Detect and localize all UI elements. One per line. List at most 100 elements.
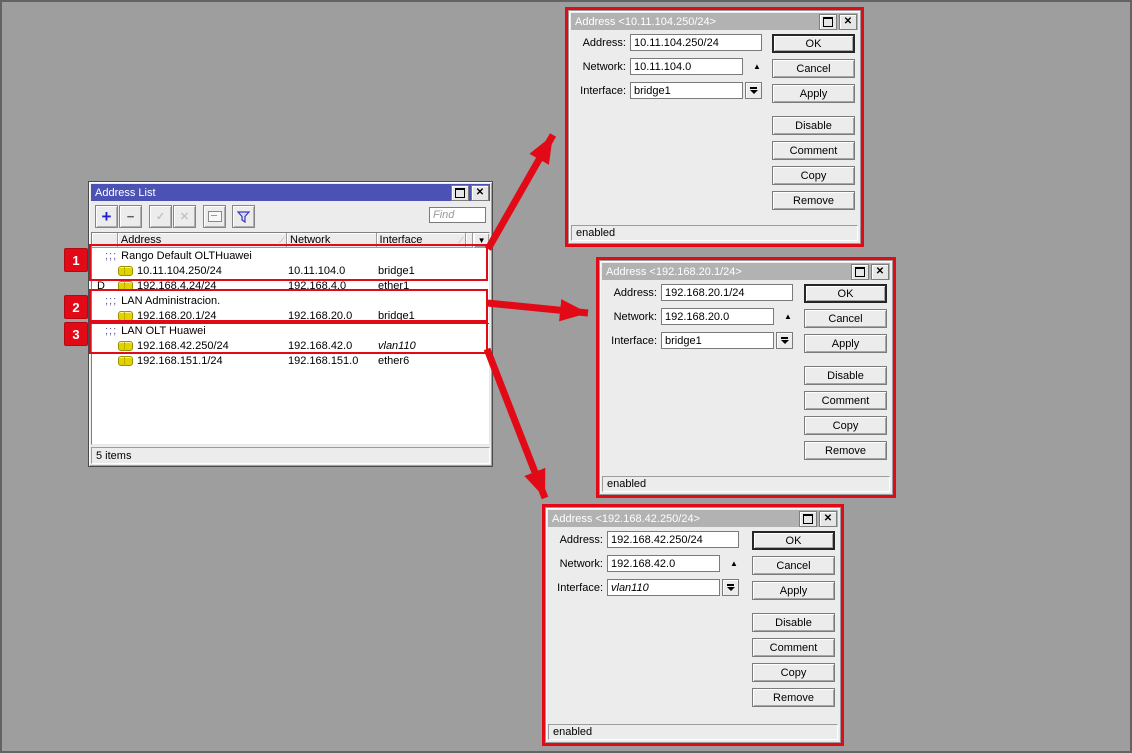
cancel-button[interactable]: Cancel [752, 556, 835, 575]
filter-icon [237, 211, 250, 223]
table-row[interactable]: 192.168.20.1/24 192.168.20.0 bridge1 [92, 308, 489, 323]
comment-button[interactable]: Comment [772, 141, 855, 160]
enabled-status: enabled [548, 724, 838, 740]
cell-address: 192.168.42.250/24 [137, 340, 229, 352]
table-row[interactable]: 192.168.42.250/24 192.168.42.0 vlan110 [92, 338, 489, 353]
disable-button[interactable]: ✕ [173, 205, 196, 228]
collapse-up-icon[interactable]: ▲ [730, 559, 738, 568]
network-field[interactable] [630, 58, 743, 75]
comment-prefix: ;;; [105, 295, 117, 307]
column-header-flags[interactable] [92, 233, 118, 248]
address-field[interactable] [630, 34, 762, 51]
disable-button[interactable]: Disable [804, 366, 887, 385]
table-row[interactable]: 10.11.104.250/24 10.11.104.0 bridge1 [92, 263, 489, 278]
copy-button[interactable]: Copy [752, 663, 835, 682]
column-menu-button[interactable]: ▼ [473, 233, 489, 248]
interface-dropdown-button[interactable] [776, 332, 793, 349]
interface-field[interactable] [607, 579, 720, 596]
comment-row[interactable]: ;;; LAN Administracion. [92, 293, 489, 308]
cancel-button[interactable]: Cancel [772, 59, 855, 78]
maximize-icon [823, 17, 833, 27]
interface-label: Interface: [569, 85, 630, 97]
address-list-titlebar: Address List ✕ [91, 184, 490, 201]
cell-interface: bridge1 [378, 265, 468, 277]
network-field[interactable] [607, 555, 720, 572]
address-field[interactable] [661, 284, 793, 301]
address-icon [118, 281, 133, 291]
comment-text: LAN Administracion. [121, 295, 220, 307]
filter-button[interactable] [232, 205, 255, 228]
window-title: Address List [95, 187, 156, 199]
apply-button[interactable]: Apply [804, 334, 887, 353]
maximize-icon [455, 188, 465, 198]
network-label: Network: [546, 558, 607, 570]
collapse-up-icon[interactable]: ▲ [753, 62, 761, 71]
maximize-icon [803, 514, 813, 524]
remove-button[interactable]: Remove [752, 688, 835, 707]
comment-button[interactable] [203, 205, 226, 228]
address-list-toolbar: + − ✓ ✕ [91, 202, 490, 230]
dialog-title: Address <192.168.42.250/24> [552, 513, 700, 525]
dialog-title: Address <192.168.20.1/24> [606, 266, 742, 278]
badge-2: 2 [64, 295, 88, 319]
enabled-status: enabled [571, 225, 858, 241]
ok-button[interactable]: OK [752, 531, 835, 550]
add-button[interactable]: + [95, 205, 118, 228]
disable-button[interactable]: Disable [772, 116, 855, 135]
close-icon: ✕ [844, 17, 852, 26]
comment-text: Rango Default OLTHuawei [121, 250, 252, 262]
plus-icon: + [102, 209, 112, 224]
enable-button[interactable]: ✓ [149, 205, 172, 228]
comment-button[interactable]: Comment [804, 391, 887, 410]
cell-address: 192.168.20.1/24 [137, 310, 217, 322]
combo-down-icon [750, 87, 757, 89]
copy-button[interactable]: Copy [804, 416, 887, 435]
interface-dropdown-button[interactable] [745, 82, 762, 99]
interface-field[interactable] [630, 82, 743, 99]
find-input[interactable] [429, 207, 486, 223]
ok-button[interactable]: OK [804, 284, 887, 303]
remove-button[interactable]: Remove [772, 191, 855, 210]
address-label: Address: [600, 287, 661, 299]
column-header-network[interactable]: Network [287, 233, 377, 248]
remove-button[interactable]: Remove [804, 441, 887, 460]
cell-interface: ether1 [378, 280, 468, 292]
table-row[interactable]: 192.168.151.1/24 192.168.151.0 ether6 [92, 353, 489, 368]
disable-button[interactable]: Disable [752, 613, 835, 632]
collapse-up-icon[interactable]: ▲ [784, 312, 792, 321]
ok-button[interactable]: OK [772, 34, 855, 53]
combo-down-icon [781, 337, 788, 339]
remove-button[interactable]: − [119, 205, 142, 228]
comment-button[interactable]: Comment [752, 638, 835, 657]
cell-network: 192.168.151.0 [288, 355, 378, 367]
copy-button[interactable]: Copy [772, 166, 855, 185]
apply-button[interactable]: Apply [772, 84, 855, 103]
interface-dropdown-button[interactable] [722, 579, 739, 596]
flag-cell: D [92, 280, 118, 292]
maximize-button[interactable] [451, 185, 469, 201]
address-icon [118, 311, 133, 321]
table-row[interactable]: D 192.168.4.24/24 192.168.4.0 ether1 [92, 278, 489, 293]
interface-label: Interface: [546, 582, 607, 594]
cancel-button[interactable]: Cancel [804, 309, 887, 328]
badge-1: 1 [64, 248, 88, 272]
cell-interface: vlan110 [378, 340, 468, 352]
comment-prefix: ;;; [105, 325, 117, 337]
close-button[interactable]: ✕ [471, 185, 489, 201]
interface-field[interactable] [661, 332, 774, 349]
comment-row[interactable]: ;;; LAN OLT Huawei [92, 323, 489, 338]
address-field[interactable] [607, 531, 739, 548]
comment-row[interactable]: ;;; Rango Default OLTHuawei [92, 248, 489, 263]
enabled-status: enabled [602, 476, 890, 492]
network-field[interactable] [661, 308, 774, 325]
apply-button[interactable]: Apply [752, 581, 835, 600]
network-label: Network: [600, 311, 661, 323]
column-header-interface[interactable]: Interface ∕ [377, 233, 467, 248]
address-dialog-3: Address <192.168.42.250/24> ✕ Address: N… [542, 504, 844, 746]
address-dialog-1: Address <10.11.104.250/24> ✕ Address: Ne… [565, 7, 864, 247]
column-header-address[interactable]: Address ∕ [118, 233, 287, 248]
items-count: 5 items [96, 450, 131, 462]
badge-3: 3 [64, 322, 88, 346]
cell-address: 192.168.151.1/24 [137, 355, 223, 367]
arrow-2 [487, 303, 588, 313]
